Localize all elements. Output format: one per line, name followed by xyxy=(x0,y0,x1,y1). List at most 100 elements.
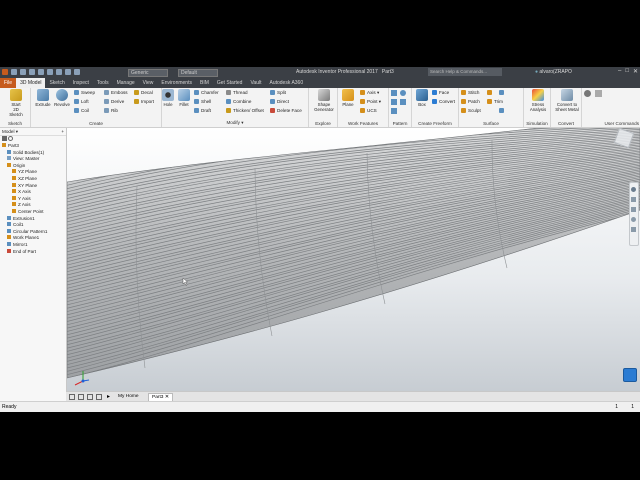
shell-button[interactable]: Shell xyxy=(194,98,211,105)
arrange-icon[interactable] xyxy=(96,394,102,400)
draft-button[interactable]: Draft xyxy=(194,107,211,114)
tab-inspect[interactable]: Inspect xyxy=(69,78,93,88)
start-2d-sketch-button[interactable]: Start 2D Sketch xyxy=(6,89,26,117)
select-icon[interactable] xyxy=(74,69,80,75)
rib-button[interactable]: Rib xyxy=(104,107,118,114)
tab-environments[interactable]: Environments xyxy=(157,78,196,88)
browser-add-icon[interactable]: + xyxy=(61,128,66,135)
rectangular-pattern-icon[interactable] xyxy=(391,90,397,96)
curve-pattern-icon[interactable] xyxy=(391,108,397,114)
browser-header[interactable]: Model ▾ + xyxy=(0,128,66,136)
cascade-icon[interactable] xyxy=(87,394,93,400)
combine-button[interactable]: Combine xyxy=(226,98,251,105)
sketch-pattern-icon[interactable] xyxy=(400,99,406,105)
browser-node[interactable]: Part3 xyxy=(0,143,66,150)
tab-my-home[interactable]: My Home xyxy=(118,393,139,401)
browser-node[interactable]: Y Axis xyxy=(0,195,66,203)
sculpt-button[interactable]: Sculpt xyxy=(461,107,481,114)
point-button[interactable]: Point ▾ xyxy=(360,98,381,105)
tab-file[interactable]: File xyxy=(0,78,17,88)
tile-vertical-icon[interactable] xyxy=(69,394,75,400)
extend-button[interactable] xyxy=(499,89,506,96)
graphics-viewport[interactable] xyxy=(67,128,640,401)
browser-node[interactable]: X Axis xyxy=(0,189,66,196)
circular-pattern-icon[interactable] xyxy=(400,90,406,96)
coil-button[interactable]: Coil xyxy=(74,107,89,114)
material-dropdown[interactable]: Generic xyxy=(128,69,168,77)
redo-icon[interactable] xyxy=(47,69,53,75)
face-button[interactable]: Face xyxy=(432,89,449,96)
update-icon[interactable] xyxy=(65,69,71,75)
home-view-icon[interactable] xyxy=(623,368,637,382)
tile-horizontal-icon[interactable] xyxy=(78,394,84,400)
split-button[interactable]: Split xyxy=(270,89,286,96)
tab-tools[interactable]: Tools xyxy=(93,78,113,88)
browser-search-icon[interactable] xyxy=(8,136,14,141)
browser-node[interactable]: Circular Pattern1 xyxy=(0,228,66,236)
maximize-button[interactable]: □ xyxy=(625,68,629,75)
tab-3d-model[interactable]: 3D Model xyxy=(16,78,46,88)
save-icon[interactable] xyxy=(29,69,35,75)
appearance-dropdown[interactable]: Default xyxy=(178,69,218,77)
browser-node[interactable]: Solid Bodies(1) xyxy=(0,149,66,157)
thread-button[interactable]: Thread xyxy=(226,89,248,96)
plane-button[interactable]: Plane xyxy=(339,89,357,107)
tab-get-started[interactable]: Get Started xyxy=(213,78,247,88)
browser-node[interactable]: End of Part xyxy=(0,248,66,256)
shape-generator-button[interactable]: Shape Generator xyxy=(313,89,335,112)
close-button[interactable]: ✕ xyxy=(633,68,638,75)
orbit-icon[interactable] xyxy=(631,217,636,222)
panel-options-icon[interactable] xyxy=(595,90,602,97)
tab-view[interactable]: View xyxy=(139,78,158,88)
convert-button[interactable]: Convert xyxy=(432,98,455,105)
tab-autodesk-a360[interactable]: Autodesk A360 xyxy=(265,78,307,88)
delete-face-button[interactable]: Delete Face xyxy=(270,107,302,114)
browser-node[interactable]: Z Axis xyxy=(0,202,66,209)
browser-node[interactable]: Coil1 xyxy=(0,222,66,229)
extrude-button[interactable]: Extrude xyxy=(34,89,52,107)
convert-to-sheet-metal-button[interactable]: Convert to Sheet Metal xyxy=(554,89,580,112)
steering-wheel-icon[interactable] xyxy=(631,187,636,192)
open-icon[interactable] xyxy=(20,69,26,75)
import-button[interactable]: Import xyxy=(134,98,154,105)
chamfer-button[interactable]: Chamfer xyxy=(194,89,219,96)
direct-button[interactable]: Direct xyxy=(270,98,289,105)
thicken-offset-button[interactable]: Thicken/ Offset xyxy=(226,107,264,114)
patch-button[interactable]: Patch xyxy=(461,98,480,105)
derive-button[interactable]: Derive xyxy=(104,98,124,105)
filter-icon[interactable] xyxy=(2,136,7,141)
trim-button[interactable]: Trim xyxy=(487,98,503,105)
mirror-icon[interactable] xyxy=(391,99,397,105)
help-search-input[interactable]: Search Help & Commands... xyxy=(428,68,502,76)
tab-sketch[interactable]: Sketch xyxy=(45,78,68,88)
browser-node[interactable]: Origin xyxy=(0,162,66,170)
box-button[interactable]: Box xyxy=(413,89,431,107)
ucs-button[interactable]: UCS xyxy=(360,107,377,114)
minimize-button[interactable]: – xyxy=(618,68,621,75)
emboss-button[interactable]: Emboss xyxy=(104,89,128,96)
new-icon[interactable] xyxy=(11,69,17,75)
axis-button[interactable]: Axis ▾ xyxy=(360,89,379,96)
coil-model-view[interactable] xyxy=(67,128,640,401)
sweep-button[interactable]: Sweep xyxy=(74,89,95,96)
browser-node[interactable]: Work Plane1 xyxy=(0,235,66,242)
pan-icon[interactable] xyxy=(631,197,636,202)
close-tab-button[interactable]: ✕ xyxy=(165,395,169,400)
vba-icon[interactable] xyxy=(584,90,591,97)
stress-analysis-button[interactable]: Stress Analysis xyxy=(527,89,549,112)
tab-vault[interactable]: Vault xyxy=(246,78,265,88)
document-menu-icon[interactable]: ▸ xyxy=(107,393,110,400)
look-at-icon[interactable] xyxy=(631,227,636,232)
tab-manage[interactable]: Manage xyxy=(113,78,139,88)
browser-node[interactable]: Extrusion1 xyxy=(0,215,66,223)
replace-face-button[interactable] xyxy=(499,107,506,114)
fillet-button[interactable]: Fillet xyxy=(175,89,193,107)
loft-button[interactable]: Loft xyxy=(74,98,89,105)
revolve-button[interactable]: Revolve xyxy=(53,89,71,107)
browser-node[interactable]: YZ Plane xyxy=(0,169,66,176)
browser-node[interactable]: Mirror1 xyxy=(0,241,66,249)
decal-button[interactable]: Decal xyxy=(134,89,153,96)
browser-node[interactable]: XY Plane xyxy=(0,182,66,190)
browser-node[interactable]: Center Point xyxy=(0,208,66,216)
app-icon[interactable] xyxy=(2,69,8,75)
